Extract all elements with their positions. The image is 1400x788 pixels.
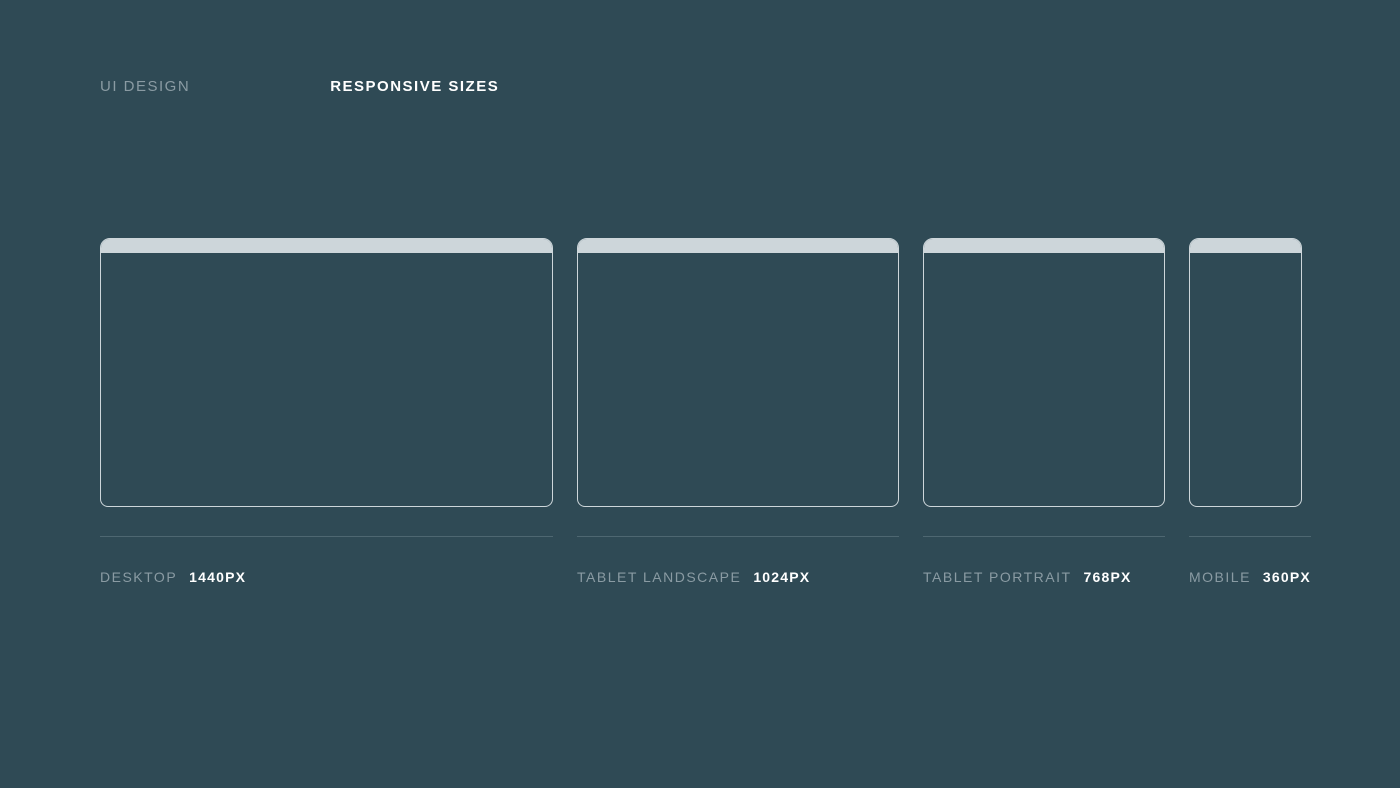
caption-value: 360PX	[1263, 569, 1311, 585]
caption: TABLET LANDSCAPE 1024PX	[577, 569, 899, 585]
divider	[577, 536, 899, 537]
page-header: UI DESIGN RESPONSIVE SIZES	[100, 78, 499, 95]
caption-value: 1440PX	[189, 569, 246, 585]
frame-group-tablet-landscape: TABLET LANDSCAPE 1024PX	[577, 238, 899, 585]
caption: DESKTOP 1440PX	[100, 569, 553, 585]
frame-topbar	[1190, 239, 1301, 253]
frame-topbar	[578, 239, 898, 253]
caption: TABLET PORTRAIT 768PX	[923, 569, 1165, 585]
device-frame-tablet-portrait	[923, 238, 1165, 507]
caption-label: TABLET LANDSCAPE	[577, 569, 741, 585]
caption-label: DESKTOP	[100, 569, 177, 585]
frame-group-desktop: DESKTOP 1440PX	[100, 238, 553, 585]
divider	[100, 536, 553, 537]
divider	[923, 536, 1165, 537]
caption-value: 1024PX	[753, 569, 810, 585]
frame-group-mobile: MOBILE 360PX	[1189, 238, 1311, 585]
frames-row: DESKTOP 1440PX TABLET LANDSCAPE 1024PX T…	[100, 238, 1311, 585]
device-frame-mobile	[1189, 238, 1302, 507]
caption-label: TABLET PORTRAIT	[923, 569, 1072, 585]
frame-group-tablet-portrait: TABLET PORTRAIT 768PX	[923, 238, 1165, 585]
device-frame-desktop	[100, 238, 553, 507]
frame-topbar	[101, 239, 552, 253]
frame-topbar	[924, 239, 1164, 253]
section-label: UI DESIGN	[100, 78, 190, 95]
page-title: RESPONSIVE SIZES	[330, 78, 499, 95]
divider	[1189, 536, 1311, 537]
caption-value: 768PX	[1084, 569, 1132, 585]
caption: MOBILE 360PX	[1189, 569, 1311, 585]
caption-label: MOBILE	[1189, 569, 1251, 585]
device-frame-tablet-landscape	[577, 238, 899, 507]
